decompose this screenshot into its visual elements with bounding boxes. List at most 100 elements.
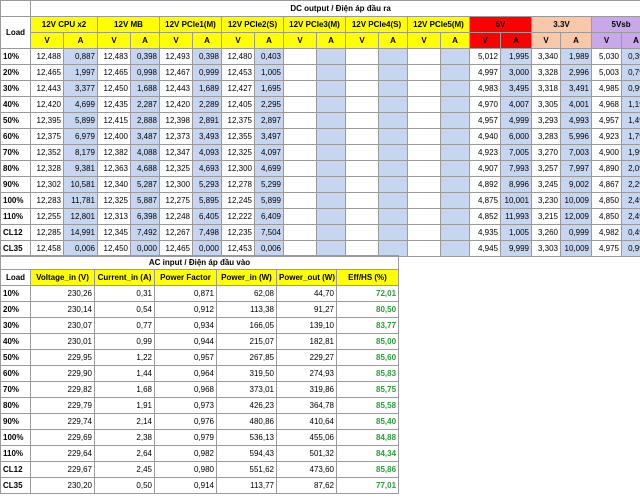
- table-row: 40% 230,01 0,99 0,944 215,07 182,81 85,00: [0, 333, 400, 350]
- volt-cell: 4,983: [469, 80, 501, 97]
- volt-cell: 12,328: [30, 160, 64, 177]
- amp-cell: [440, 144, 470, 161]
- load-label: 80%: [0, 397, 31, 414]
- load-label: 70%: [0, 381, 31, 398]
- value-cell: 0,54: [94, 301, 155, 318]
- amp-cell: 4,688: [130, 160, 160, 177]
- volt-cell: 12,443: [30, 80, 64, 97]
- volt-cell: 12,313: [97, 208, 131, 225]
- rail-header: 12V PCIe4(S): [345, 16, 408, 33]
- volt-cell: 12,483: [97, 48, 131, 65]
- amp-cell: [378, 96, 408, 113]
- amp-cell: [378, 192, 408, 209]
- value-cell: 87,62: [276, 477, 337, 494]
- rail-header: 12V PCIe5(M): [407, 16, 470, 33]
- amp-cell: 5,287: [130, 176, 160, 193]
- volt-cell: [283, 208, 317, 225]
- efficiency-cell: 85,75: [335, 381, 400, 398]
- amp-cell: 2,289: [192, 96, 222, 113]
- amp-cell: [316, 128, 346, 145]
- volt-cell: [407, 176, 441, 193]
- load-label: 110%: [0, 208, 31, 225]
- ac-title: AC input / Điện áp đầu vào: [0, 255, 400, 270]
- amp-subheader: A: [63, 32, 98, 49]
- value-cell: 113,38: [216, 301, 277, 318]
- amp-cell: [440, 48, 470, 65]
- value-cell: 536,13: [216, 429, 277, 446]
- value-cell: 0,50: [94, 477, 155, 494]
- volt-cell: 4,890: [591, 160, 622, 177]
- value-cell: 229,67: [30, 461, 95, 478]
- value-cell: 0,964: [154, 365, 217, 382]
- load-label: 110%: [0, 445, 31, 462]
- value-cell: 410,64: [276, 413, 337, 430]
- amp-cell: 6,409: [254, 208, 284, 225]
- amp-cell: 3,377: [63, 80, 98, 97]
- amp-cell: [378, 144, 408, 161]
- efficiency-cell: 85,83: [335, 365, 400, 382]
- volt-cell: 3,270: [531, 144, 561, 161]
- volt-cell: 12,222: [221, 208, 255, 225]
- volt-cell: 12,465: [97, 64, 131, 81]
- amp-subheader: A: [378, 32, 408, 49]
- amp-cell: 2,888: [130, 112, 160, 129]
- amp-cell: 3,495: [500, 80, 532, 97]
- amp-cell: 3,487: [130, 128, 160, 145]
- volt-subheader: V: [345, 32, 379, 49]
- table-row: 30% 230,07 0,77 0,934 166,05 139,10 83,77: [0, 317, 400, 334]
- value-cell: 230,01: [30, 333, 95, 350]
- volt-cell: [407, 64, 441, 81]
- load-label: 60%: [0, 128, 31, 145]
- volt-cell: 12,400: [97, 128, 131, 145]
- volt-cell: [407, 224, 441, 241]
- amp-cell: 4,007: [500, 96, 532, 113]
- value-cell: 426,23: [216, 397, 277, 414]
- volt-cell: 4,850: [591, 208, 622, 225]
- amp-cell: 2,098: [620, 160, 640, 177]
- volt-cell: [407, 96, 441, 113]
- amp-cell: 10,009: [560, 240, 592, 257]
- amp-cell: 2,287: [130, 96, 160, 113]
- value-cell: 0,912: [154, 301, 217, 318]
- volt-cell: 12,285: [30, 224, 64, 241]
- amp-cell: 11,781: [63, 192, 98, 209]
- efficiency-cell: 72,01: [335, 285, 400, 302]
- spreadsheet: { "dc": { "title": "DC output / Điện áp …: [0, 0, 640, 500]
- table-row: 100% 12,283 11,781 12,325 5,887 12,275 5,895 12…: [0, 192, 640, 209]
- volt-cell: [283, 224, 317, 241]
- volt-cell: [283, 128, 317, 145]
- amp-cell: 1,997: [63, 64, 98, 81]
- load-label: 40%: [0, 333, 31, 350]
- column-header: Power_in (W): [216, 269, 277, 286]
- volt-cell: 3,305: [531, 96, 561, 113]
- amp-cell: 0,999: [192, 64, 222, 81]
- table-row: 40% 12,420 4,699 12,435 2,287 12,420 2,289 12,4…: [0, 96, 640, 113]
- value-cell: 229,69: [30, 429, 95, 446]
- volt-cell: 12,415: [97, 112, 131, 129]
- load-label: CL12: [0, 224, 31, 241]
- table-row: 10% 12,488 0,887 12,483 0,398 12,493 0,398 12,4…: [0, 48, 640, 65]
- amp-cell: 5,293: [192, 176, 222, 193]
- volt-cell: 4,997: [469, 64, 501, 81]
- amp-cell: 4,699: [254, 160, 284, 177]
- load-label: CL12: [0, 461, 31, 478]
- volt-cell: 5,030: [591, 48, 622, 65]
- volt-cell: 3,293: [531, 112, 561, 129]
- amp-cell: 7,498: [192, 224, 222, 241]
- value-cell: 230,20: [30, 477, 95, 494]
- table-row: 50% 12,395 5,899 12,415 2,888 12,398 2,891 12,3…: [0, 112, 640, 129]
- amp-cell: [316, 64, 346, 81]
- ac-input-table: AC input / Điện áp đầu vào Load Voltage_i…: [0, 255, 400, 494]
- volt-cell: 12,427: [221, 80, 255, 97]
- amp-subheader: A: [130, 32, 160, 49]
- volt-cell: 12,435: [97, 96, 131, 113]
- dc-output-table: DC output / Điện áp đầu ra Load 12V CPU x…: [0, 0, 640, 257]
- value-cell: 0,99: [94, 333, 155, 350]
- amp-cell: 7,993: [500, 160, 532, 177]
- amp-cell: 4,093: [192, 144, 222, 161]
- volt-cell: 4,968: [591, 96, 622, 113]
- load-label: 90%: [0, 176, 31, 193]
- volt-cell: 4,923: [469, 144, 501, 161]
- value-cell: 0,973: [154, 397, 217, 414]
- amp-cell: 3,493: [192, 128, 222, 145]
